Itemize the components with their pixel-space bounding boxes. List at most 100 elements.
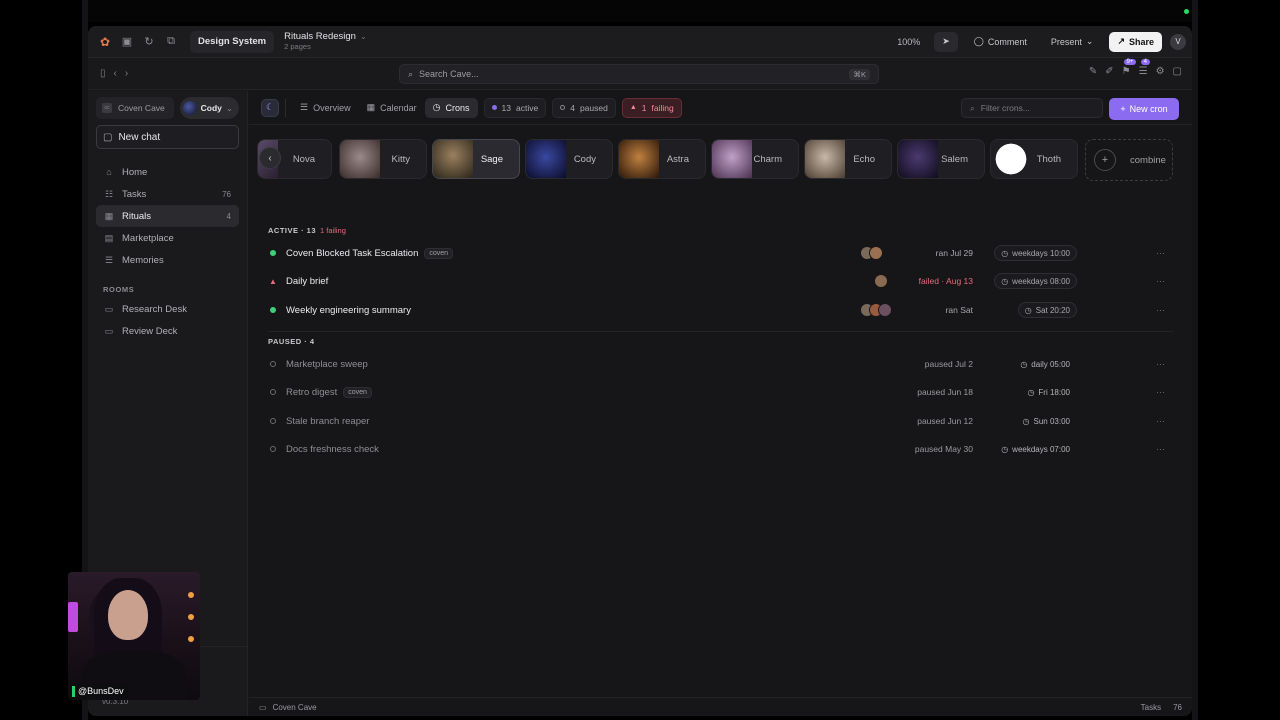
avatar[interactable]: V <box>1170 33 1186 50</box>
tab-overview[interactable]: ☰ Overview <box>292 98 359 118</box>
sidebar-item-tasks[interactable]: ☷ Tasks 76 <box>96 183 239 205</box>
new-cron-button[interactable]: + New cron <box>1109 98 1179 120</box>
brush-icon[interactable]: ✐ <box>1105 66 1113 77</box>
cursor-tool-button[interactable]: ➤ <box>934 31 958 52</box>
sidebar-item-rituals[interactable]: ▦ Rituals 4 <box>96 205 239 227</box>
agent-card-sage[interactable]: Sage <box>432 139 520 179</box>
sidebar-item-label: Research Desk <box>122 303 187 315</box>
search-input[interactable]: ⌕ Search Cave... ⌘K <box>399 64 879 84</box>
sidebar-item-memories[interactable]: ☰ Memories <box>96 249 239 271</box>
status-paused-icon <box>268 446 278 452</box>
shortcut-hint: ⌘K <box>849 68 870 80</box>
agent-card-salem[interactable]: Salem <box>897 139 985 179</box>
table-row[interactable]: Coven Blocked Task Escalation coven ran … <box>268 241 1173 265</box>
plus-icon: + <box>1120 104 1126 114</box>
inbox-icon[interactable]: ☰ 4 <box>1139 59 1150 77</box>
app-logo-icon[interactable]: ✿ <box>94 31 116 53</box>
agent-card-cody[interactable]: Cody <box>525 139 613 179</box>
failing-count-label: 1 failing <box>320 226 346 235</box>
settings-icon[interactable]: ⚙ <box>1156 66 1165 77</box>
theme-toggle-icon[interactable]: ☾ <box>261 98 279 117</box>
more-icon[interactable]: ··· <box>1156 444 1165 454</box>
sidebar-item-marketplace[interactable]: ▤ Marketplace <box>96 227 239 249</box>
table-row[interactable]: ▲ Daily brief failed · Aug 13 ◷ weekdays … <box>268 269 1173 293</box>
sidebar-nav: ⌂ Home ☷ Tasks 76 ▦ Rituals 4 ▤ Marketplace ☰ M… <box>88 161 247 271</box>
share-button[interactable]: ↗ Share <box>1109 31 1162 52</box>
layers-icon[interactable]: ⧉ <box>160 31 182 53</box>
chevron-down-icon: ⌄ <box>225 102 233 113</box>
rooms-heading: ROOMS <box>103 285 135 294</box>
sidebar-item-review-deck[interactable]: ▭ Review Deck <box>96 320 239 342</box>
zoom-level[interactable]: 100% <box>897 37 920 47</box>
folder-icon: ▭ <box>104 325 114 336</box>
more-icon[interactable]: ··· <box>1156 416 1165 426</box>
sidebar-toggle-icon[interactable]: ▯ <box>100 68 106 79</box>
table-row[interactable]: Weekly engineering summary ran Sat ◷ Sat … <box>268 298 1173 322</box>
cron-schedule[interactable]: ◷ weekdays 10:00 <box>994 245 1077 261</box>
user-switcher[interactable]: Cody ⌄ <box>179 97 239 119</box>
sidebar-item-count: 4 <box>226 211 231 221</box>
scroll-left-button[interactable]: ‹ <box>259 147 281 169</box>
filter-crons-input[interactable]: ⌕ Filter crons... <box>961 98 1103 118</box>
agent-card-echo[interactable]: Echo <box>804 139 892 179</box>
more-icon[interactable]: ··· <box>1156 248 1165 258</box>
refresh-icon[interactable]: ↻ <box>138 31 160 53</box>
agent-name: Astra <box>666 153 689 165</box>
more-icon[interactable]: ··· <box>1156 359 1165 369</box>
user-name: Cody <box>200 103 222 113</box>
paused-filter-chip[interactable]: 4 paused <box>552 97 616 118</box>
more-icon[interactable]: ··· <box>1156 276 1165 286</box>
bezel-top <box>82 0 1198 22</box>
workspace-switcher[interactable]: cc Coven Cave <box>96 97 174 119</box>
cron-schedule[interactable]: ◷ weekdays 08:00 <box>994 273 1077 289</box>
more-icon[interactable]: ··· <box>1156 305 1165 315</box>
section-divider <box>268 331 1173 332</box>
workspace-pill[interactable]: Design System <box>190 30 275 53</box>
table-row[interactable]: Retro digest coven paused Jun 18 ◷ Fri 18… <box>268 380 1173 404</box>
agent-name: Nova <box>292 153 315 165</box>
warning-icon: ▲ <box>629 104 637 111</box>
cron-schedule[interactable]: ◷ daily 05:00 <box>1013 356 1077 372</box>
search-placeholder: Search Cave... <box>419 69 479 79</box>
clock-icon: ◷ <box>1020 359 1028 369</box>
comment-button[interactable]: ◯ Comment <box>966 32 1035 52</box>
cron-schedule[interactable]: ◷ Sun 03:00 <box>1016 413 1077 429</box>
title-bar: ✿ ▣ ↻ ⧉ Design System Rituals Redesign ⌄ … <box>88 26 1192 58</box>
combine-button[interactable]: + combine <box>1085 139 1173 181</box>
tab-calendar[interactable]: ▦ Calendar <box>359 98 425 118</box>
agent-card-astra[interactable]: Astra <box>618 139 706 179</box>
table-row[interactable]: Docs freshness check paused May 30 ◷ week… <box>268 437 1173 461</box>
agent-card-thoth[interactable]: Thoth <box>990 139 1078 179</box>
tab-crons[interactable]: ◷ Crons <box>424 97 478 118</box>
agent-name: Thoth <box>1036 153 1061 165</box>
document-selector[interactable]: Rituals Redesign ⌄ 2 pages <box>284 31 367 51</box>
edit-icon[interactable]: ✎ <box>1089 66 1097 77</box>
table-row[interactable]: Marketplace sweep paused Jul 2 ◷ daily 05… <box>268 352 1173 376</box>
paused-ring-icon <box>560 105 566 110</box>
filter-placeholder: Filter crons... <box>980 103 1030 113</box>
active-filter-chip[interactable]: 13 active <box>483 97 547 118</box>
cron-schedule[interactable]: ◷ Fri 18:00 <box>1020 384 1077 400</box>
window-icon[interactable]: ▣ <box>116 31 138 53</box>
cron-schedule[interactable]: ◷ weekdays 07:00 <box>994 441 1077 457</box>
failing-filter-chip[interactable]: ▲ 1 failing <box>621 97 682 118</box>
agent-avatar <box>340 140 380 178</box>
back-icon[interactable]: ‹ <box>114 68 117 79</box>
status-tasks-label[interactable]: Tasks <box>1141 703 1161 712</box>
cron-schedule[interactable]: ◷ Sat 20:20 <box>1017 302 1077 318</box>
panel-icon[interactable]: ▢ <box>1173 66 1182 77</box>
new-chat-button[interactable]: ▢ New chat <box>96 125 239 149</box>
sidebar-item-home[interactable]: ⌂ Home <box>96 161 239 183</box>
agent-name: Salem <box>941 153 968 165</box>
more-icon[interactable]: ··· <box>1156 387 1165 397</box>
table-row[interactable]: Stale branch reaper paused Jun 12 ◷ Sun 0… <box>268 409 1173 433</box>
present-button[interactable]: Present ⌄ <box>1043 32 1102 52</box>
agent-card-charm[interactable]: Charm <box>711 139 799 179</box>
clock-icon: ◷ <box>1027 387 1035 397</box>
status-location[interactable]: Coven Cave <box>273 703 317 712</box>
sidebar-item-research-desk[interactable]: ▭ Research Desk <box>96 298 239 320</box>
search-icon: ⌕ <box>408 68 414 79</box>
agent-card-kitty[interactable]: Kitty <box>339 139 427 179</box>
forward-icon[interactable]: › <box>125 68 128 79</box>
notifications-icon[interactable]: ⚑ 9+ <box>1122 59 1137 77</box>
